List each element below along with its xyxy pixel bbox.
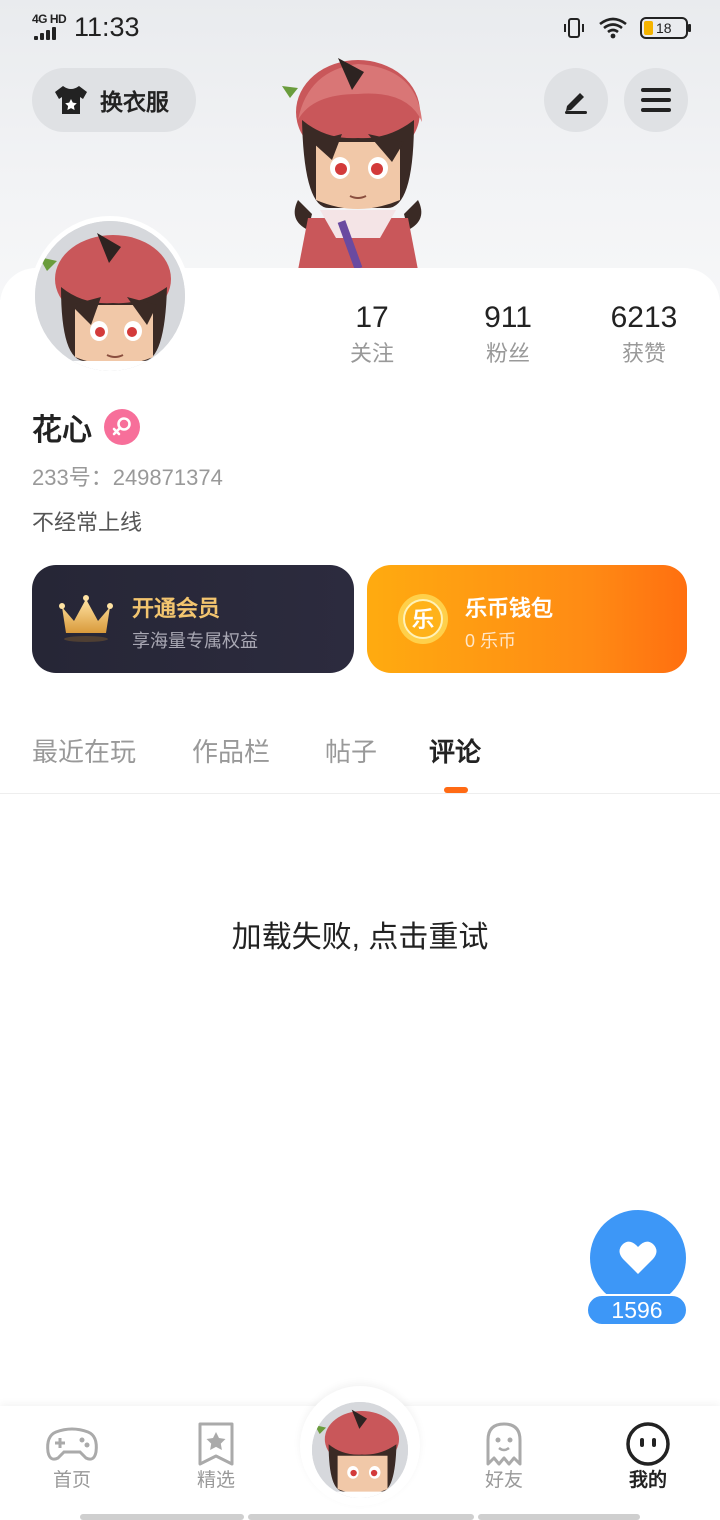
ghost-icon <box>486 1422 522 1466</box>
wallet-balance: 0 乐币 <box>465 631 517 651</box>
vip-subtitle: 享海量专属权益 <box>132 631 258 651</box>
username: 花心 <box>32 414 92 447</box>
coin-glyph: 乐 <box>412 608 434 633</box>
active-tab-indicator <box>444 787 468 793</box>
gesture-bar-right <box>478 1514 640 1520</box>
tab-comments[interactable]: 评论 <box>429 732 481 769</box>
nav-me-label: 我的 <box>598 1468 698 1494</box>
nav-friends-label: 好友 <box>484 1470 523 1491</box>
user-id: 233号：249871374 <box>32 465 223 490</box>
tab-posts[interactable]: 帖子 <box>325 732 377 769</box>
vip-membership-card[interactable]: 开通会员 享海量专属权益 <box>32 565 354 673</box>
star-icon <box>198 1422 234 1466</box>
gesture-bar-center[interactable] <box>248 1514 474 1520</box>
followers-label: 粉丝 <box>485 341 530 366</box>
username-row: 花心 <box>32 404 140 450</box>
likes-received-label: 获赞 <box>621 341 666 366</box>
character-avatar-image <box>312 1402 408 1498</box>
nav-friends[interactable]: 好友 <box>454 1420 554 1494</box>
profile-tabs: 最近在玩 作品栏 帖子 评论 <box>0 720 720 794</box>
profile-stats: 17 关注 911 粉丝 6213 获赞 <box>0 298 720 378</box>
female-icon <box>104 409 140 445</box>
like-button[interactable] <box>590 1210 686 1306</box>
status-bar: 4G HD 11:33 18 <box>0 0 720 56</box>
followers-count: 911 <box>484 301 532 334</box>
smiley-icon <box>626 1422 670 1466</box>
menu-button[interactable] <box>624 68 688 132</box>
change-outfit-button[interactable]: 换衣服 <box>32 68 196 132</box>
nav-me[interactable]: 我的 <box>598 1420 698 1494</box>
following-label: 关注 <box>349 341 394 366</box>
gamepad-icon <box>46 1427 98 1461</box>
menu-icon <box>641 88 671 112</box>
tab-recently-played[interactable]: 最近在玩 <box>32 732 136 769</box>
profile-card <box>0 268 720 1520</box>
edit-icon <box>565 93 587 114</box>
following-stat[interactable]: 17 关注 <box>302 298 442 370</box>
nav-home[interactable]: 首页 <box>22 1420 122 1494</box>
nav-featured[interactable]: 精选 <box>166 1420 266 1494</box>
likes-received-count: 6213 <box>610 301 678 334</box>
nav-home-label: 首页 <box>52 1470 91 1491</box>
shirt-icon <box>55 86 87 114</box>
wifi-icon <box>599 17 627 39</box>
character-model[interactable] <box>268 50 438 270</box>
nav-character-avatar[interactable] <box>312 1402 408 1498</box>
crown-icon <box>59 595 113 642</box>
gesture-bar-left <box>80 1514 244 1520</box>
user-status: 不经常上线 <box>32 510 143 535</box>
battery-icon: 18 <box>640 17 691 39</box>
coin-icon: 乐 <box>398 594 448 644</box>
network-type: 4G HD <box>32 12 67 26</box>
signal-icon: 4G HD <box>32 12 68 42</box>
nav-featured-label: 精选 <box>196 1470 235 1491</box>
tab-works[interactable]: 作品栏 <box>192 732 270 769</box>
wallet-title: 乐币钱包 <box>465 596 554 621</box>
following-count: 17 <box>355 301 389 334</box>
likes-stat[interactable]: 6213 获赞 <box>574 298 714 370</box>
vip-title: 开通会员 <box>132 596 221 621</box>
like-count: 1596 <box>586 1294 688 1326</box>
wallet-card[interactable]: 乐 乐币钱包 0 乐币 <box>367 565 687 673</box>
edit-profile-button[interactable] <box>544 68 608 132</box>
followers-stat[interactable]: 911 粉丝 <box>438 298 578 370</box>
heart-icon <box>619 1241 657 1274</box>
change-outfit-label: 换衣服 <box>100 89 169 115</box>
vibrate-icon <box>564 18 584 38</box>
status-time: 11:33 <box>74 12 140 42</box>
load-failed-retry[interactable]: 加载失败, 点击重试 <box>0 912 720 956</box>
battery-level: 18 <box>656 20 672 36</box>
